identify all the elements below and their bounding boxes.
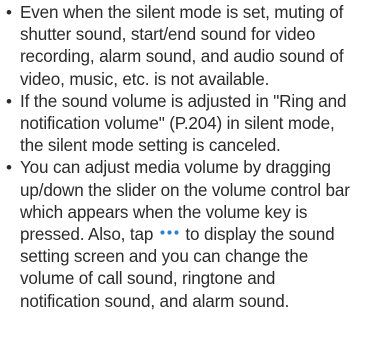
text-line: the silent mode setting is canceled.: [20, 136, 281, 156]
bullet-dot-icon: •: [6, 91, 12, 111]
text-line: Even when the silent mode is set, muting…: [20, 3, 344, 22]
text-line: video, music, etc. is not available.: [20, 69, 270, 89]
bullet-dot-icon: •: [6, 3, 12, 22]
text-fragment: to display the sound: [185, 225, 335, 245]
document-page: • Even when the silent mode is set, muti…: [0, 0, 384, 353]
bullet-volume-cancels-silent: • If the sound volume is adjusted in "Ri…: [5, 91, 378, 158]
bullet-media-volume-slider: • You can adjust media volume by draggin…: [5, 157, 378, 312]
bullet-dot-icon: •: [6, 158, 12, 178]
text-line: recording, alarm sound, and audio sound …: [20, 47, 344, 67]
notes-bullet-list: • Even when the silent mode is set, muti…: [5, 2, 378, 313]
text-line: up/down the slider on the volume control…: [20, 180, 350, 200]
text-line: which appears when the volume key is: [20, 202, 308, 222]
text-line: shutter sound, start/end sound for video: [20, 25, 316, 45]
text-line: setting screen and you can change the: [20, 247, 309, 267]
text-line-with-icon: pressed. Also, tap to display the sound: [20, 224, 378, 246]
text-line: notification sound, and alarm sound.: [20, 291, 290, 311]
text-line: You can adjust media volume by dragging: [20, 158, 331, 178]
text-fragment: pressed. Also, tap: [20, 225, 154, 245]
bullet-silent-mode-muting: • Even when the silent mode is set, muti…: [5, 2, 378, 91]
text-line: volume of call sound, ringtone and: [20, 269, 276, 289]
text-line: If the sound volume is adjusted in "Ring…: [20, 91, 347, 111]
text-line: notification volume" (P.204) in silent m…: [20, 114, 335, 134]
three-dots-icon: [160, 230, 179, 235]
